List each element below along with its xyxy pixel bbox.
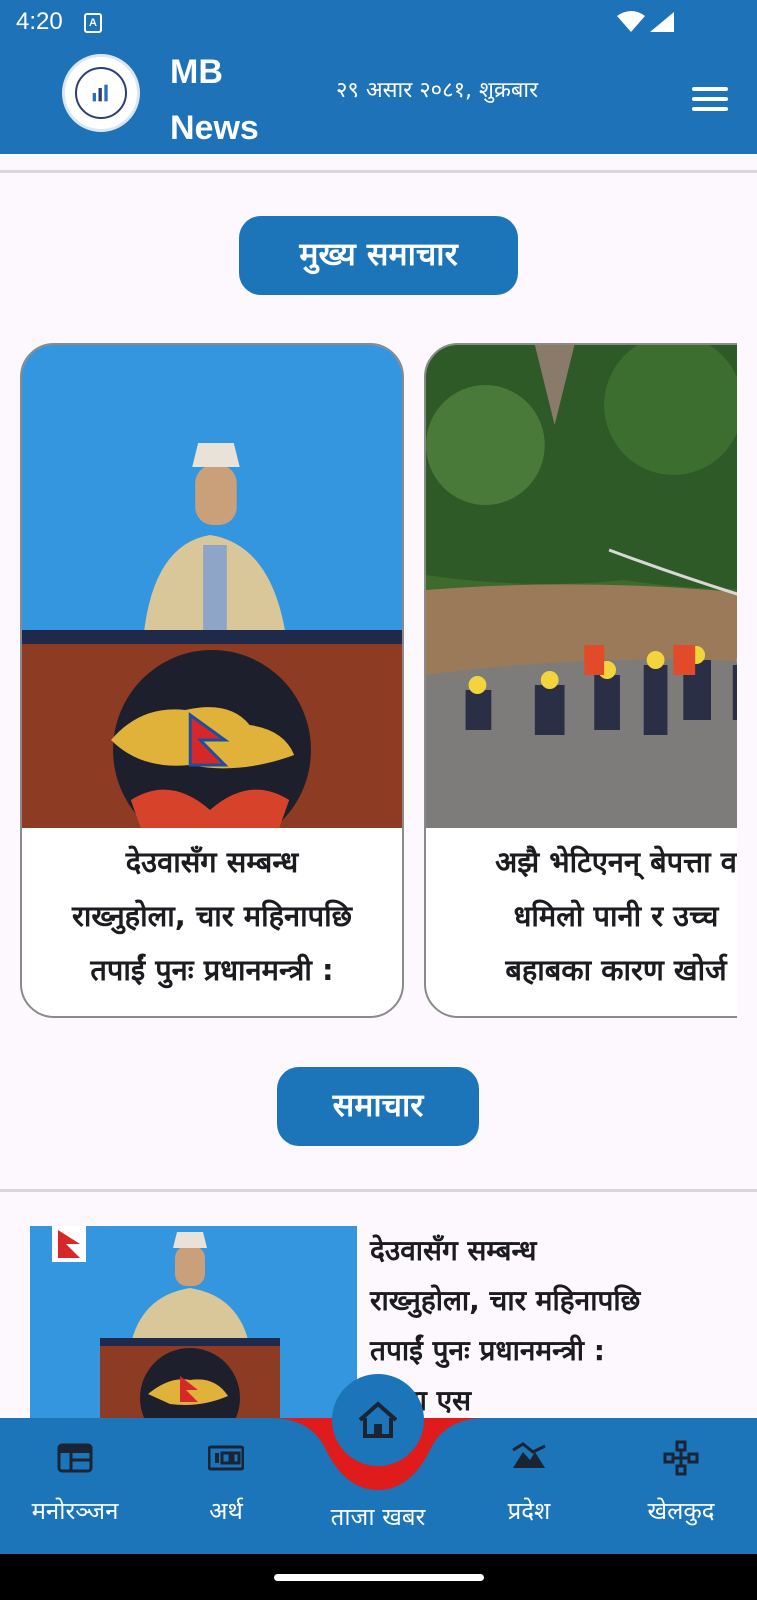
nav-item-entertainment[interactable]: मनोरञ्जन [0, 1418, 150, 1554]
headline-image [426, 345, 737, 828]
divider [0, 170, 757, 173]
nav-label: मनोरञ्जन [31, 1497, 119, 1525]
home-button[interactable] [332, 1374, 424, 1466]
headline-image [22, 345, 402, 828]
nav-label: खेलकुद [647, 1497, 715, 1525]
headline-title-line: अझै भेटिएनन् बेपत्ता व [495, 845, 737, 879]
nav-item-economy[interactable]: अर्थ [151, 1418, 301, 1554]
home-icon [358, 1401, 398, 1438]
news-title-line: राख्नुहोला, चार महिनापछि [370, 1284, 641, 1317]
section-headlines-button[interactable]: मुख्य समाचार [239, 216, 518, 295]
economy-icon [208, 1445, 244, 1471]
headline-title-line: धमिलो पानी र उच्च [513, 899, 719, 933]
nav-item-province[interactable]: प्रदेश [454, 1418, 604, 1554]
hamburger-menu-icon[interactable] [692, 87, 728, 113]
status-bar: 4:20 A [0, 0, 757, 44]
signal-icon [650, 12, 674, 32]
wifi-icon [617, 11, 645, 32]
section-news-button[interactable]: समाचार [277, 1067, 479, 1146]
divider [0, 1189, 757, 1192]
news-title-line: देउवासँग सम्बन्ध [370, 1234, 537, 1267]
headline-card[interactable]: अझै भेटिएनन् बेपत्ता व धमिलो पानी र उच्च… [424, 343, 737, 1018]
nav-item-sports[interactable]: खेलकुद [606, 1418, 756, 1554]
province-icon [512, 1442, 546, 1468]
mb-news-logo-icon[interactable] [62, 54, 140, 132]
current-date: २९ असार २०८१, शुक्रबार [336, 78, 539, 103]
headline-title-line: बहाबका कारण खोर्ज [505, 953, 727, 987]
status-time: 4:20 [16, 8, 63, 35]
nav-label: प्रदेश [507, 1497, 551, 1525]
nav-label: ताजा खबर [330, 1503, 426, 1531]
gesture-navigation-bar [0, 1554, 757, 1600]
headline-title-line: देउवासँग सम्बन्ध [125, 845, 299, 879]
nav-label: अर्थ [209, 1497, 243, 1525]
gesture-handle[interactable] [274, 1574, 484, 1581]
app-bar: MB News २९ असार २०८१, शुक्रबार [0, 44, 757, 154]
sports-icon [663, 1440, 699, 1476]
app-title: MB News [170, 53, 259, 147]
notification-a-icon: A [84, 13, 102, 33]
headline-title-line: राख्नुहोला, चार महिनापछि [72, 899, 352, 933]
headline-title-line: तपाईं पुनः प्रधानमन्त्री : [90, 953, 334, 987]
entertainment-icon [57, 1443, 93, 1473]
headline-carousel[interactable]: देउवासँग सम्बन्ध राख्नुहोला, चार महिनापछ… [0, 343, 737, 1018]
news-title-line: तपाईं पुनः प्रधानमन्त्री : [370, 1334, 605, 1367]
news-thumbnail [30, 1226, 357, 1426]
headline-card[interactable]: देउवासँग सम्बन्ध राख्नुहोला, चार महिनापछ… [20, 343, 404, 1018]
